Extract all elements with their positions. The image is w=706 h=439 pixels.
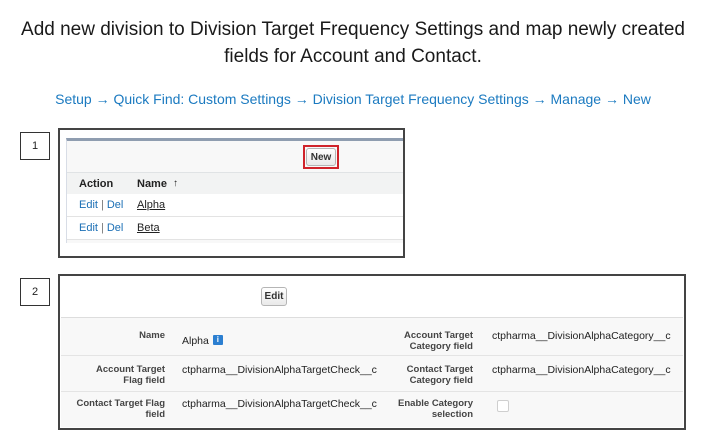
column-name[interactable]: Name ↑ bbox=[137, 173, 178, 194]
step-2-badge: 2 bbox=[20, 278, 50, 306]
record-name-link[interactable]: Beta bbox=[137, 222, 160, 234]
label-line: field bbox=[145, 409, 165, 420]
custom-settings-list: New Action Name ↑ Edit | Del Alpha Edit … bbox=[66, 138, 403, 243]
enable-category-selection-checkbox[interactable] bbox=[497, 400, 509, 412]
account-target-flag-label: Account Target Flag field bbox=[71, 364, 165, 386]
setting-detail-panel: Edit Name Alpha i Account Target Category… bbox=[61, 277, 683, 427]
row-divider bbox=[61, 391, 683, 392]
row-actions: Edit | Del bbox=[79, 194, 123, 216]
name-text: Alpha bbox=[182, 335, 209, 347]
label-line: Enable Category bbox=[398, 398, 473, 409]
account-target-flag-value: ctpharma__DivisionAlphaTargetCheck__c bbox=[182, 364, 377, 376]
action-separator: | bbox=[100, 199, 104, 211]
contact-target-category-value: ctpharma__DivisionAlphaCategory__c bbox=[492, 364, 671, 376]
navigation-path: Setup → Quick Find: Custom Settings → Di… bbox=[55, 91, 651, 107]
label-line: Account Target bbox=[96, 364, 165, 375]
detail-button-bar: Edit bbox=[61, 277, 683, 318]
column-name-label: Name bbox=[137, 177, 167, 190]
label-line: Flag field bbox=[123, 375, 165, 386]
contact-target-flag-value: ctpharma__DivisionAlphaTargetCheck__c bbox=[182, 398, 377, 410]
row-name: Alpha bbox=[137, 194, 165, 216]
edit-link[interactable]: Edit bbox=[79, 222, 98, 234]
label-line: Account Target bbox=[404, 330, 473, 341]
edit-link[interactable]: Edit bbox=[79, 199, 98, 211]
step-1-badge: 1 bbox=[20, 132, 50, 160]
row-actions: Edit | Del bbox=[79, 217, 123, 239]
detail-fields: Name Alpha i Account Target Category fiel… bbox=[61, 318, 683, 427]
account-target-category-value: ctpharma__DivisionAlphaCategory__c bbox=[492, 330, 671, 342]
name-value: Alpha i bbox=[182, 335, 223, 347]
row-name: Beta bbox=[137, 217, 160, 239]
record-name-link[interactable]: Alpha bbox=[137, 199, 165, 211]
column-action: Action bbox=[79, 177, 114, 190]
delete-link[interactable]: Del bbox=[107, 222, 124, 234]
edit-button[interactable]: Edit bbox=[261, 287, 287, 306]
table-row: Edit | Del Beta bbox=[67, 217, 403, 240]
label-line: Contact Target bbox=[406, 364, 473, 375]
new-button-highlight bbox=[303, 145, 339, 169]
step-1-screenshot: New Action Name ↑ Edit | Del Alpha Edit … bbox=[58, 128, 405, 258]
row-divider bbox=[61, 355, 683, 356]
enable-category-selection-label: Enable Category selection bbox=[391, 398, 473, 420]
name-label: Name bbox=[139, 330, 165, 341]
contact-target-flag-label: Contact Target Flag field bbox=[71, 398, 166, 420]
step-2-screenshot: Edit Name Alpha i Account Target Category… bbox=[58, 274, 686, 430]
info-icon[interactable]: i bbox=[212, 335, 223, 345]
heading-line-1: Add new division to Division Target Freq… bbox=[21, 19, 685, 40]
action-separator: | bbox=[100, 222, 104, 234]
label-line: selection bbox=[431, 409, 473, 420]
sort-ascending-icon: ↑ bbox=[172, 178, 178, 189]
label-line: Category field bbox=[409, 341, 473, 352]
table-header: Action Name ↑ bbox=[67, 172, 403, 195]
account-target-category-label: Account Target Category field bbox=[391, 330, 473, 352]
delete-link[interactable]: Del bbox=[107, 199, 124, 211]
label-line: Contact Target Flag bbox=[76, 398, 166, 409]
label-line: Category field bbox=[409, 375, 473, 386]
heading-line-2: fields for Account and Contact. bbox=[224, 46, 482, 67]
page-heading: Add new division to Division Target Freq… bbox=[0, 16, 706, 70]
contact-target-category-label: Contact Target Category field bbox=[391, 364, 473, 386]
table-row: Edit | Del Alpha bbox=[67, 194, 403, 217]
